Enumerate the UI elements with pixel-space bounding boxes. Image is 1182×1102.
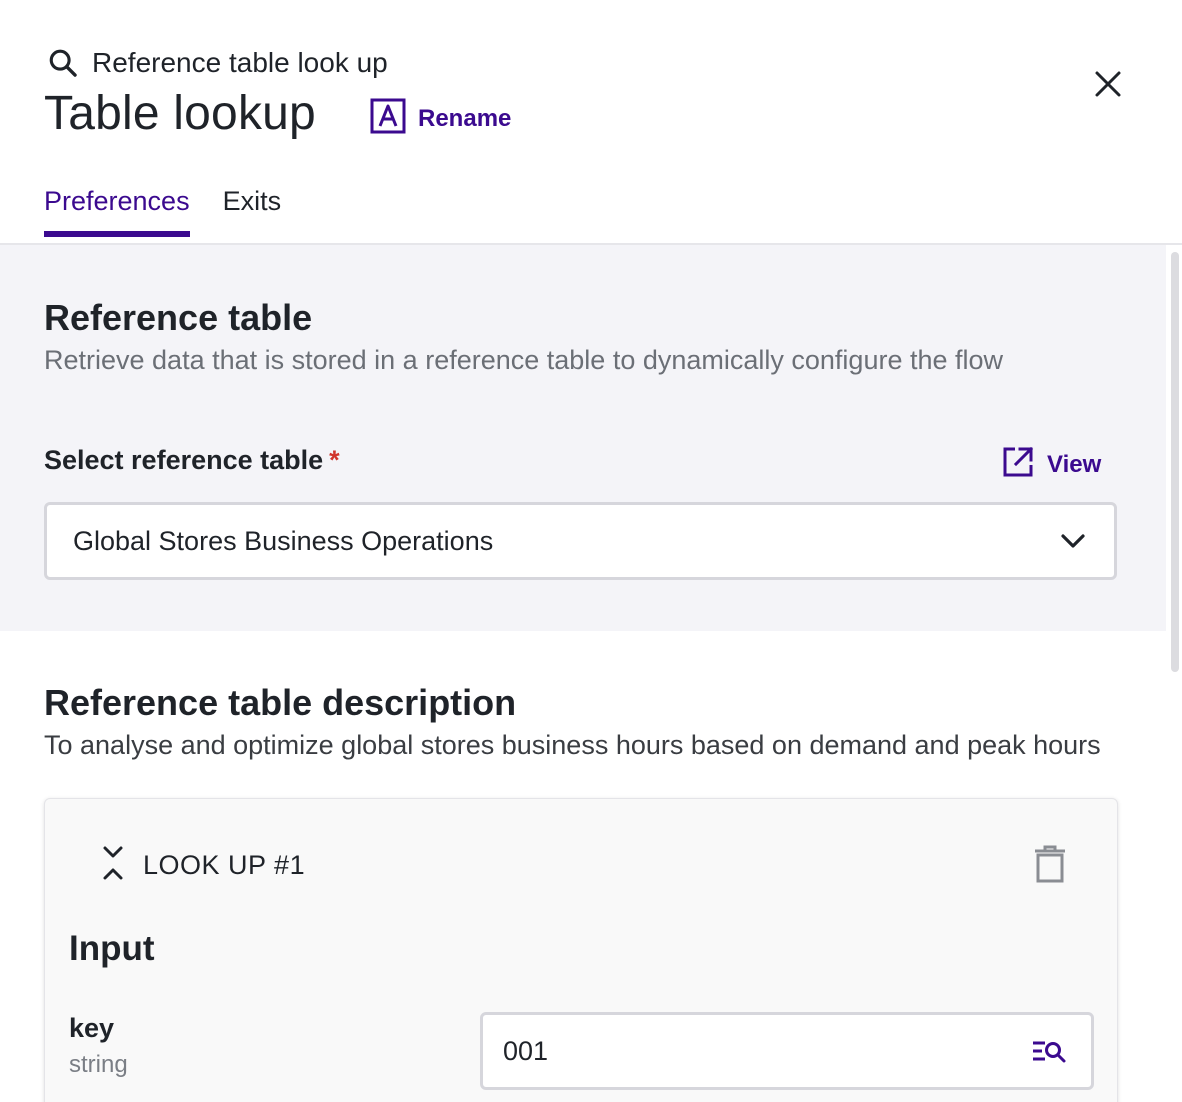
reference-table-select[interactable]: Global Stores Business Operations [44, 502, 1117, 580]
tab-exits[interactable]: Exits [223, 186, 282, 237]
lookup-title: LOOK UP #1 [143, 850, 306, 880]
tab-bar: Preferences Exits [44, 186, 281, 237]
section-title: Reference table [44, 297, 313, 338]
trash-icon [1035, 845, 1065, 883]
rename-icon [370, 98, 406, 139]
scrollbar-thumb[interactable] [1171, 252, 1179, 672]
key-value: 001 [503, 1035, 549, 1066]
rename-button[interactable]: Rename [370, 98, 511, 139]
external-link-icon [1001, 445, 1035, 484]
select-reference-table-label: Select reference table * [44, 445, 340, 476]
description-title: Reference table description [44, 682, 517, 723]
chevron-down-icon [1060, 531, 1086, 556]
input-section-title: Input [69, 929, 155, 968]
close-button[interactable] [1090, 66, 1126, 102]
required-marker: * [329, 445, 340, 475]
key-type: string [69, 1051, 128, 1078]
breadcrumb: Reference table look up [46, 46, 388, 80]
select-label-text: Select reference table [44, 445, 324, 475]
key-value-field[interactable]: 001 [480, 1012, 1094, 1090]
delete-lookup-button[interactable] [1033, 845, 1067, 888]
select-value: Global Stores Business Operations [73, 525, 494, 556]
description-text: To analyse and optimize global stores bu… [44, 730, 1101, 760]
page-title: Table lookup [44, 87, 316, 140]
rename-label: Rename [418, 104, 512, 132]
lookup-collapse-toggle[interactable]: LOOK UP #1 [101, 845, 305, 886]
search-icon [46, 46, 80, 80]
breadcrumb-label: Reference table look up [92, 47, 388, 78]
table-lookup-panel: Reference table look up Table lookup Ren… [0, 0, 1182, 1102]
tab-preferences[interactable]: Preferences [44, 186, 190, 237]
panel-header: Reference table look up Table lookup Ren… [0, 0, 1182, 245]
view-button[interactable]: View [1001, 445, 1101, 484]
key-label: key [69, 1013, 115, 1043]
list-search-icon[interactable] [1031, 1039, 1067, 1070]
section-subtitle: Retrieve data that is stored in a refere… [44, 345, 1004, 375]
lookup-card: LOOK UP #1 Input key string 001 [44, 798, 1118, 1102]
collapse-icon [101, 845, 125, 886]
view-label: View [1047, 450, 1102, 478]
reference-table-section: Reference table Retrieve data that is st… [0, 245, 1166, 631]
close-icon [1095, 71, 1121, 97]
